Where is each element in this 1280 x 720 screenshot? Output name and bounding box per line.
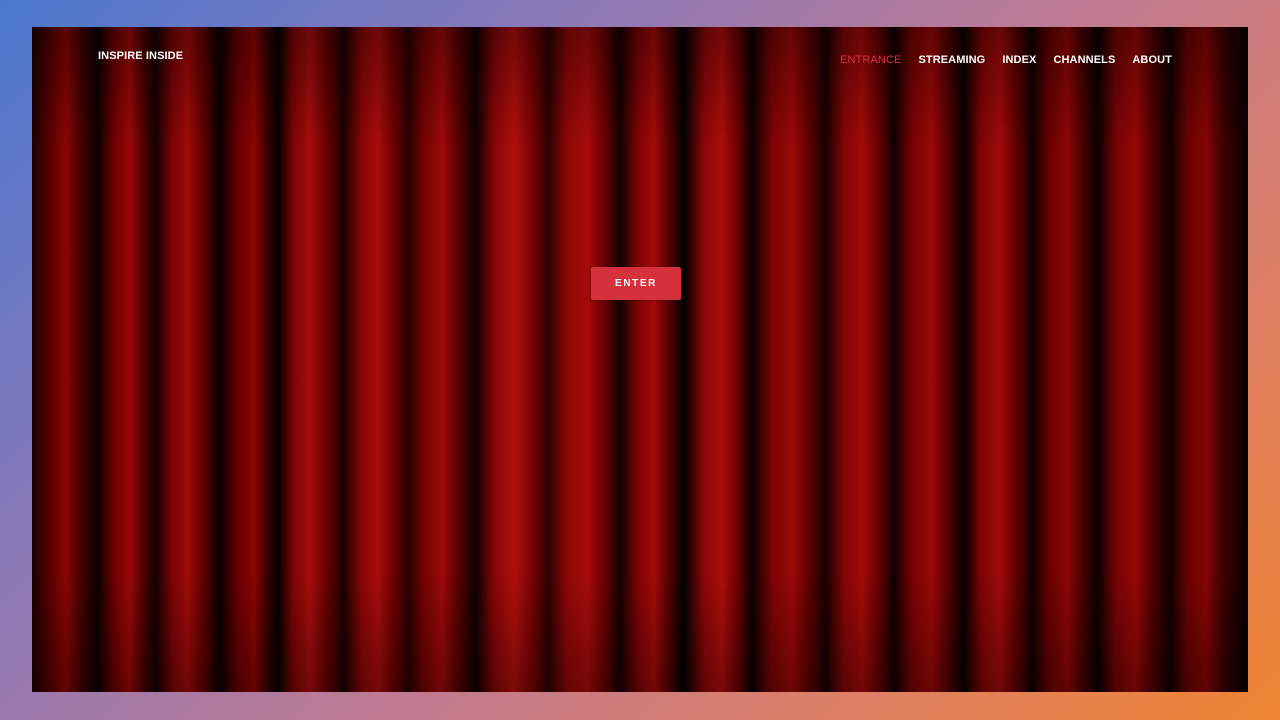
site-logo[interactable]: INSPIRE INSIDE	[98, 50, 183, 62]
nav-link-channels[interactable]: CHANNELS	[1053, 54, 1115, 66]
enter-button[interactable]: ENTER	[591, 267, 681, 300]
nav-link-about[interactable]: ABOUT	[1132, 54, 1172, 66]
nav-item-entrance: ENTRANCE	[840, 50, 901, 68]
top-navigation: INSPIRE INSIDE ENTRANCE STREAMING INDEX …	[32, 27, 1248, 87]
nav-item-channels: CHANNELS	[1053, 50, 1115, 68]
nav-link-streaming[interactable]: STREAMING	[918, 54, 985, 66]
nav-item-about: ABOUT	[1132, 50, 1172, 68]
nav-item-index: INDEX	[1002, 50, 1036, 68]
nav-menu: ENTRANCE STREAMING INDEX CHANNELS ABOUT	[840, 50, 1172, 68]
page-window: INSPIRE INSIDE ENTRANCE STREAMING INDEX …	[32, 27, 1248, 692]
nav-item-streaming: STREAMING	[918, 50, 985, 68]
nav-link-index[interactable]: INDEX	[1002, 54, 1036, 66]
nav-link-entrance[interactable]: ENTRANCE	[840, 54, 901, 66]
